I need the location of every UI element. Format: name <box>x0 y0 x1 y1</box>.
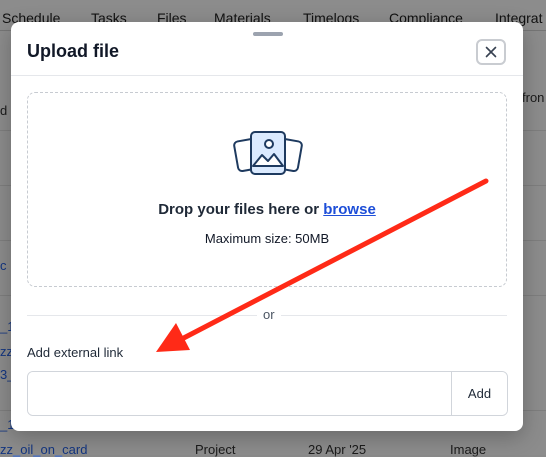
dropzone-text: Drop your files here or browse <box>28 201 506 218</box>
upload-file-modal: Upload file Drop your files here or brow… <box>11 22 523 431</box>
external-link-label: Add external link <box>27 345 124 360</box>
drag-handle[interactable] <box>253 32 283 36</box>
max-size-note: Maximum size: 50MB <box>204 231 330 246</box>
file-dropzone[interactable]: Drop your files here or browse Maximum s… <box>27 92 507 287</box>
dropzone-prompt: Drop your files here or <box>158 201 324 218</box>
or-label: or <box>257 307 281 322</box>
close-icon <box>485 46 497 58</box>
add-link-button[interactable]: Add <box>451 372 507 415</box>
external-link-group: Add <box>27 371 508 416</box>
images-icon <box>233 131 303 175</box>
external-link-input[interactable] <box>28 372 451 415</box>
browse-link[interactable]: browse <box>323 201 376 218</box>
close-button[interactable] <box>476 39 506 65</box>
modal-title: Upload file <box>27 41 120 61</box>
header-divider <box>11 75 523 76</box>
